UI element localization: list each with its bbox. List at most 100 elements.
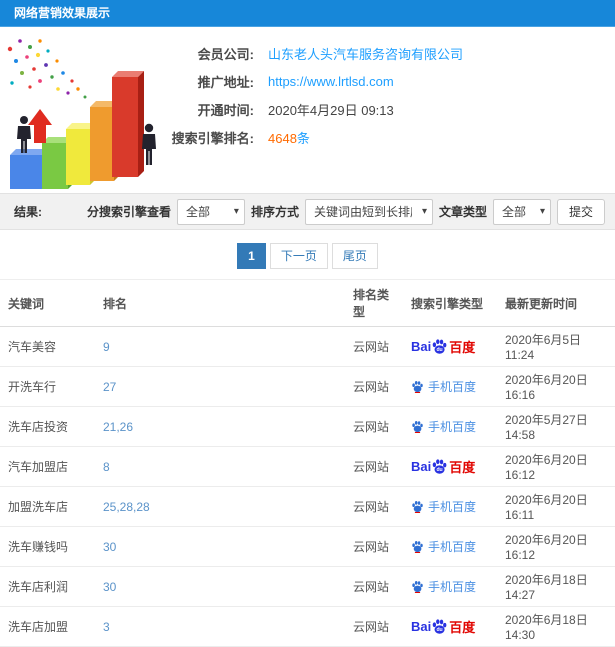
filter-controls: 分搜索引擎查看 全部 排序方式 关键词由短到长排序 文章类型 全部 提交 bbox=[86, 198, 615, 225]
mobile-baidu-label: 手机百度 bbox=[428, 499, 477, 514]
header-rank-type: 排名类型 bbox=[345, 279, 403, 327]
open-time-label: 开通时间: bbox=[197, 102, 254, 118]
baidu-logo: Bai du 百度 bbox=[411, 337, 475, 356]
table-row: 洗车店加盟 3 云网站 Bai du 百度 2020年6月18日 14:30 bbox=[0, 606, 615, 647]
rank-type-cell: 云网站 bbox=[345, 486, 403, 527]
table-row: 开洗车行 27 云网站 手机百度 2020年6月20日 16:16 bbox=[0, 366, 615, 407]
engine-rank-label: 搜索引擎排名: bbox=[171, 130, 254, 146]
rank-cell: 30 bbox=[95, 526, 345, 567]
open-time-value: 2020年4月29日 09:13 bbox=[268, 102, 394, 118]
rank-cell: 3 bbox=[95, 606, 345, 647]
engine-type-cell: Bai du 百度 bbox=[403, 446, 497, 487]
header-engine-type: 搜索引擎类型 bbox=[403, 279, 497, 327]
baidu-paw-icon bbox=[412, 580, 423, 593]
rank-type-cell: 云网站 bbox=[345, 446, 403, 487]
baidu-logo-cn: 百度 bbox=[449, 340, 476, 355]
rank-cell: 30 bbox=[95, 566, 345, 607]
open-time-row: 开通时间: 2020年4月29日 09:13 bbox=[158, 95, 615, 123]
mobile-baidu-label: 手机百度 bbox=[428, 419, 477, 434]
page-title: 网络营销效果展示 bbox=[14, 6, 111, 20]
table-row: 加盟洗车店 25,28,28 云网站 手机百度 2020年6月20日 16:11 bbox=[0, 486, 615, 527]
rank-type-cell: 云网站 bbox=[345, 606, 403, 647]
table-row: 洗车店利润 30 云网站 手机百度 2020年6月18日 14:27 bbox=[0, 566, 615, 607]
engine-filter-wrap: 全部 bbox=[176, 198, 245, 225]
engine-type-cell: Bai du 百度 bbox=[403, 606, 497, 647]
table-row: 汽车加盟店 8 云网站 Bai du 百度 2020年6月20日 16:12 bbox=[0, 446, 615, 487]
engine-filter-label: 分搜索引擎查看 bbox=[86, 205, 171, 219]
results-table: 关键词 排名 排名类型 搜索引擎类型 最新更新时间 汽车美容 9 云网站 Bai du 百… bbox=[0, 279, 615, 647]
header-update-time: 最新更新时间 bbox=[497, 279, 615, 327]
type-filter-select[interactable]: 全部 bbox=[492, 198, 551, 225]
baidu-logo-cn: 百度 bbox=[449, 620, 476, 635]
baidu-paw-icon: du bbox=[432, 339, 447, 354]
baidu-logo: Bai du 百度 bbox=[411, 457, 475, 476]
svg-text:du: du bbox=[437, 627, 443, 633]
baidu-logo: Bai du 百度 bbox=[411, 617, 475, 636]
growth-chart-graphic bbox=[7, 39, 156, 189]
svg-text:du: du bbox=[437, 347, 443, 353]
keyword-cell: 洗车店投资 bbox=[0, 406, 95, 447]
engine-filter-select[interactable]: 全部 bbox=[176, 198, 245, 225]
mobile-baidu-label: 手机百度 bbox=[428, 379, 477, 394]
submit-button[interactable]: 提交 bbox=[556, 198, 605, 225]
engine-type-cell: 手机百度 bbox=[403, 486, 497, 527]
businessman-left bbox=[17, 116, 31, 153]
engine-rank-value: 4648条 bbox=[268, 128, 310, 147]
update-time-cell: 2020年6月20日 16:11 bbox=[497, 486, 615, 527]
update-time-cell: 2020年6月5日 11:24 bbox=[497, 326, 615, 367]
rank-unit: 条 bbox=[296, 130, 310, 146]
keyword-cell: 汽车美容 bbox=[0, 326, 95, 367]
rank-type-cell: 云网站 bbox=[345, 326, 403, 367]
mobile-baidu-logo: 手机百度 bbox=[411, 538, 476, 555]
results-section-label: 结果: bbox=[14, 205, 42, 219]
engine-type-cell: Bai du 百度 bbox=[403, 326, 497, 367]
update-time-cell: 2020年6月20日 16:16 bbox=[497, 366, 615, 407]
mobile-baidu-logo: 手机百度 bbox=[411, 418, 476, 435]
table-header-row: 关键词 排名 排名类型 搜索引擎类型 最新更新时间 bbox=[0, 279, 615, 327]
rank-cell: 27 bbox=[95, 366, 345, 407]
keyword-cell: 加盟洗车店 bbox=[0, 486, 95, 527]
rank-type-cell: 云网站 bbox=[345, 366, 403, 407]
table-row: 汽车美容 9 云网站 Bai du 百度 2020年6月5日 11:24 bbox=[0, 326, 615, 367]
update-time-cell: 2020年5月27日 14:58 bbox=[497, 406, 615, 447]
header-keyword: 关键词 bbox=[0, 279, 95, 327]
mobile-baidu-logo: 手机百度 bbox=[411, 578, 476, 595]
bar-chart-illustration bbox=[0, 31, 158, 191]
mobile-baidu-label: 手机百度 bbox=[428, 539, 477, 554]
keyword-cell: 洗车店利润 bbox=[0, 566, 95, 607]
type-filter-label: 文章类型 bbox=[438, 205, 487, 219]
rank-type-cell: 云网站 bbox=[345, 526, 403, 567]
mobile-baidu-logo: 手机百度 bbox=[411, 498, 476, 515]
rank-type-cell: 云网站 bbox=[345, 406, 403, 447]
company-info-list: 会员公司: 山东老人头汽车服务咨询有限公司 推广地址: https://www.… bbox=[158, 27, 615, 193]
table-row: 洗车赚钱吗 30 云网站 手机百度 2020年6月20日 16:12 bbox=[0, 526, 615, 567]
page-button-last[interactable]: 尾页 bbox=[331, 243, 378, 269]
svg-text:du: du bbox=[437, 467, 443, 473]
header-rank: 排名 bbox=[95, 279, 345, 327]
keyword-cell: 洗车店加盟 bbox=[0, 606, 95, 647]
member-company-label: 会员公司: bbox=[197, 46, 254, 62]
promo-url-link[interactable]: https://www.lrtlsd.com bbox=[268, 74, 394, 89]
engine-type-cell: 手机百度 bbox=[403, 406, 497, 447]
update-time-cell: 2020年6月20日 16:12 bbox=[497, 446, 615, 487]
baidu-logo-latin: Bai bbox=[411, 339, 432, 354]
baidu-logo-latin: Bai bbox=[411, 459, 432, 474]
baidu-paw-icon: du bbox=[432, 619, 447, 634]
sort-filter-label: 排序方式 bbox=[250, 205, 299, 219]
baidu-paw-icon bbox=[412, 420, 423, 433]
results-table-body: 汽车美容 9 云网站 Bai du 百度 2020年6月5日 11:24 开洗车行 27 云网站手… bbox=[0, 326, 615, 647]
sort-filter-select[interactable]: 关键词由短到长排序 bbox=[304, 198, 433, 225]
page-button-next[interactable]: 下一页 bbox=[269, 243, 328, 269]
member-company-link[interactable]: 山东老人头汽车服务咨询有限公司 bbox=[268, 44, 463, 63]
company-info-section: 会员公司: 山东老人头汽车服务咨询有限公司 推广地址: https://www.… bbox=[0, 27, 615, 193]
table-row: 洗车店投资 21,26 云网站 手机百度 2020年5月27日 14:58 bbox=[0, 406, 615, 447]
page-button-current[interactable]: 1 bbox=[237, 243, 266, 269]
engine-type-cell: 手机百度 bbox=[403, 366, 497, 407]
businessman-right bbox=[142, 123, 156, 165]
update-time-cell: 2020年6月20日 16:12 bbox=[497, 526, 615, 567]
member-company-row: 会员公司: 山东老人头汽车服务咨询有限公司 bbox=[158, 39, 615, 67]
baidu-paw-icon: du bbox=[432, 459, 447, 474]
rank-cell: 21,26 bbox=[95, 406, 345, 447]
rank-cell: 8 bbox=[95, 446, 345, 487]
promo-url-label: 推广地址: bbox=[197, 74, 254, 90]
